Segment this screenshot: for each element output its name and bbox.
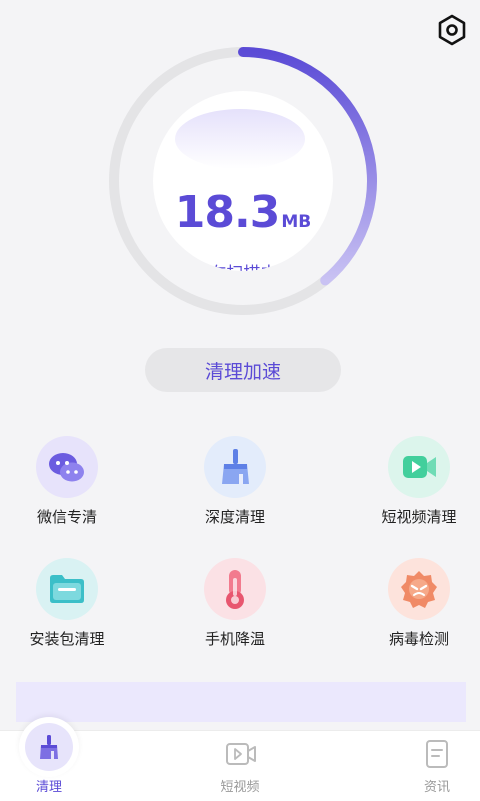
feature-label: 病毒检测 xyxy=(388,630,449,648)
feature-apk-clean[interactable]: 安装包清理 xyxy=(2,558,132,649)
tab-short-video[interactable]: 短视频 xyxy=(185,731,295,801)
feature-label: 微信专清 xyxy=(36,508,97,526)
scanned-size-value: 18.3 xyxy=(174,187,281,238)
document-icon xyxy=(426,740,448,768)
feature-label: 安装包清理 xyxy=(29,630,105,648)
scan-progress-gauge: 18.3MB 正在扫描中... xyxy=(108,46,378,316)
gauge-highlight xyxy=(175,109,305,169)
clean-speedup-button[interactable]: 清理加速 xyxy=(145,348,341,392)
wechat-icon xyxy=(36,436,98,498)
folder-icon xyxy=(36,558,98,620)
thermometer-icon xyxy=(204,558,266,620)
video-icon xyxy=(226,743,256,765)
broom-icon xyxy=(25,723,73,771)
settings-button[interactable] xyxy=(434,12,470,48)
scan-status-text: 正在扫描中... xyxy=(153,259,333,271)
feature-virus-scan[interactable]: 病毒检测 xyxy=(354,558,480,649)
tab-active-bubble xyxy=(19,717,79,777)
feature-cooling[interactable]: 手机降温 xyxy=(170,558,300,649)
feature-deep-clean[interactable]: 深度清理 xyxy=(170,436,300,527)
feature-label: 深度清理 xyxy=(204,508,265,526)
settings-icon xyxy=(438,14,466,46)
tab-label: 资讯 xyxy=(423,780,450,795)
gauge-center: 18.3MB 正在扫描中... xyxy=(153,91,333,271)
virus-icon xyxy=(388,558,450,620)
tab-label: 清理 xyxy=(35,780,62,795)
tab-clean[interactable]: 清理 xyxy=(0,717,104,801)
tab-news[interactable]: 资讯 xyxy=(382,731,480,801)
bottom-tab-bar: 清理 短视频 资讯 xyxy=(0,717,480,801)
broom-icon xyxy=(204,436,266,498)
ad-banner[interactable] xyxy=(16,682,466,722)
scanned-size-unit: MB xyxy=(281,212,312,232)
feature-label: 短视频清理 xyxy=(381,508,457,526)
feature-label: 手机降温 xyxy=(204,630,265,648)
video-icon xyxy=(388,436,450,498)
scanned-size: 18.3 MB xyxy=(153,187,333,238)
tab-label: 短视频 xyxy=(220,780,260,795)
feature-wechat-clean[interactable]: 微信专清 xyxy=(2,436,132,527)
feature-video-clean[interactable]: 短视频清理 xyxy=(354,436,480,527)
